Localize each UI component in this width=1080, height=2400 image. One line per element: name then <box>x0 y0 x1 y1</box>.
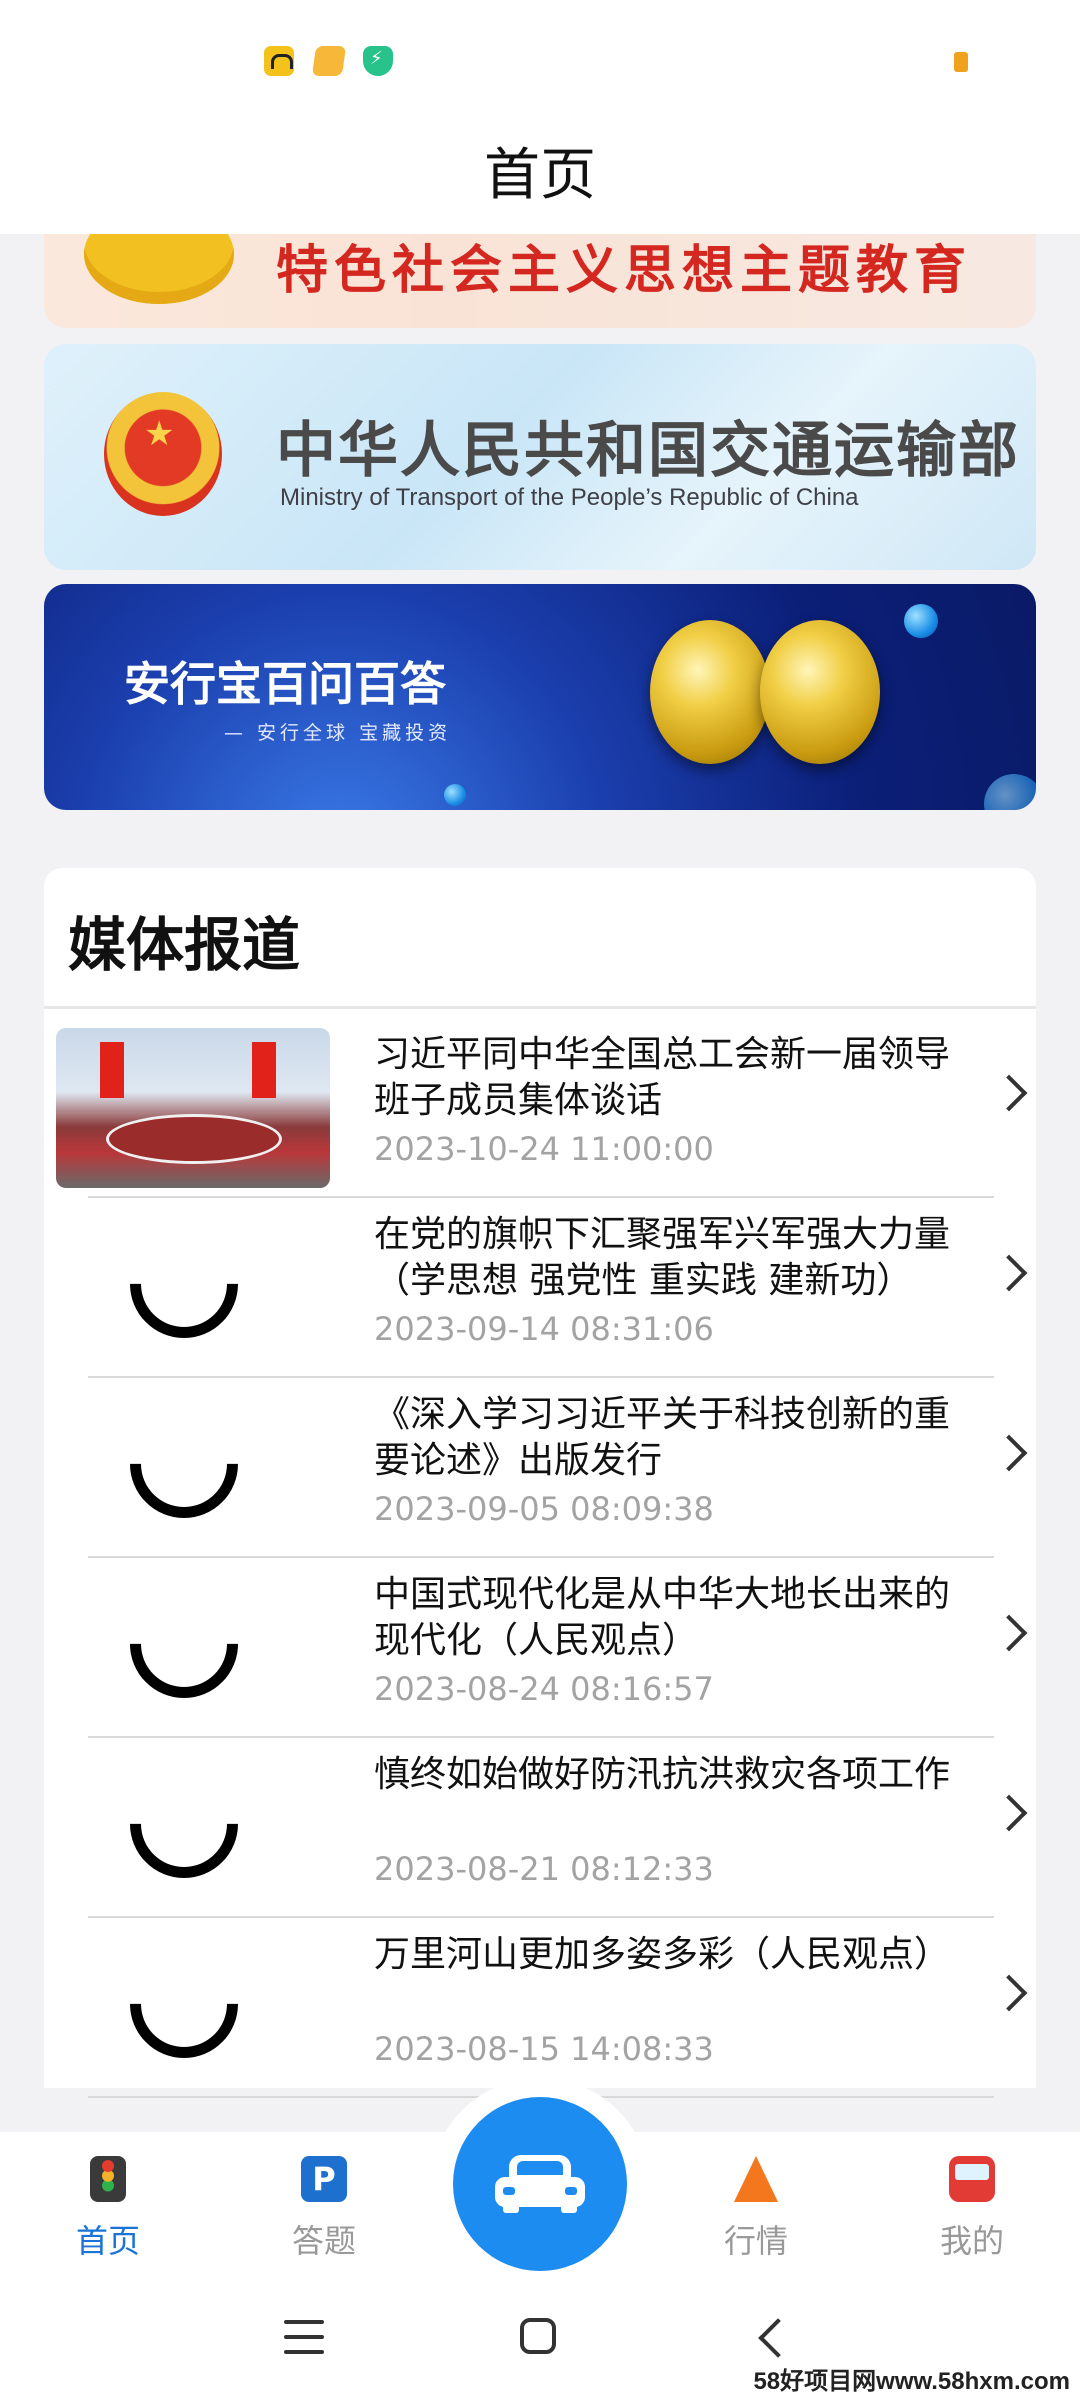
banner-theme-text: 特色社会主义思想主题教育 <box>276 241 973 301</box>
news-item[interactable]: 习近平同中华全国总工会新一届领导班子成员集体谈话 2023-10-24 11:0… <box>44 1018 1036 1198</box>
media-reports-card: 媒体报道 习近平同中华全国总工会新一届领导班子成员集体谈话 2023-10-24… <box>44 868 1036 2098</box>
news-item[interactable]: 《深入学习习近平关于科技创新的重要论述》出版发行 2023-09-05 08:0… <box>44 1378 1036 1558</box>
chevron-right-icon <box>990 1794 1028 1832</box>
news-title: 中国式现代化是从中华大地长出来的现代化（人民观点） <box>374 1574 951 1661</box>
news-date: 2023-08-21 08:12:33 <box>374 1850 714 1888</box>
decor-bubble <box>904 604 938 638</box>
system-navigation-bar: 58好项目网www.58hxm.com <box>0 2280 1080 2400</box>
loading-spinner-icon <box>107 1567 261 1721</box>
tab-market[interactable]: 行情 <box>686 2156 826 2262</box>
chevron-right-icon <box>990 1074 1028 1112</box>
message-notification-icon <box>311 46 347 76</box>
decor-bubble <box>984 774 1036 810</box>
page-title: 首页 <box>484 143 596 208</box>
news-title: 万里河山更加多姿多彩（人民观点） <box>374 1934 951 1975</box>
back-button[interactable] <box>758 2318 798 2358</box>
news-item[interactable]: 慎终如始做好防汛抗洪救灾各项工作 2023-08-21 08:12:33 <box>44 1738 1036 1918</box>
gold-coin-icon <box>760 620 880 764</box>
banner-faq[interactable]: 安行宝百问百答 — 安行全球 宝藏投资 <box>44 584 1036 810</box>
app-header: 首页 <box>0 110 1080 234</box>
ministry-name-cn: 中华人民共和国交通运输部 <box>276 416 1020 486</box>
flag-icon <box>100 1042 124 1098</box>
tab-mine-label: 我的 <box>939 2222 1004 2260</box>
ministry-name-en: Ministry of Transport of the People’s Re… <box>280 484 859 511</box>
news-date: 2023-09-14 08:31:06 <box>374 1310 714 1348</box>
party-emblem-icon <box>84 234 234 304</box>
car-icon <box>495 2155 585 2215</box>
news-item[interactable]: 中国式现代化是从中华大地长出来的现代化（人民观点） 2023-08-24 08:… <box>44 1558 1036 1738</box>
security-shield-icon <box>363 46 393 76</box>
divider <box>44 1006 1036 1009</box>
chevron-right-icon <box>990 1614 1028 1652</box>
tab-home[interactable]: 首页 <box>38 2156 178 2262</box>
loading-spinner-icon <box>107 1387 261 1541</box>
national-emblem-icon <box>104 392 222 516</box>
news-title: 习近平同中华全国总工会新一届领导班子成员集体谈话 <box>374 1034 951 1121</box>
chevron-right-icon <box>990 1974 1028 2012</box>
tab-home-label: 首页 <box>75 2222 140 2260</box>
tab-market-label: 行情 <box>723 2222 788 2260</box>
loading-spinner-icon <box>107 1747 261 1901</box>
bus-icon <box>949 2156 995 2202</box>
media-reports-title: 媒体报道 <box>68 911 301 979</box>
news-date: 2023-08-15 14:08:33 <box>374 2030 714 2068</box>
chevron-right-icon <box>990 1254 1028 1292</box>
tab-quiz[interactable]: 答题 <box>254 2156 394 2262</box>
news-title: 在党的旗帜下汇聚强军兴军强大力量（学思想 强党性 重实践 建新功） <box>374 1214 951 1301</box>
news-item[interactable]: 在党的旗帜下汇聚强军兴军强大力量（学思想 强党性 重实践 建新功） 2023-0… <box>44 1198 1036 1378</box>
decor-bubble <box>444 784 466 806</box>
status-bar <box>0 0 1080 110</box>
tab-quiz-label: 答题 <box>291 2222 356 2260</box>
news-title: 《深入学习习近平关于科技创新的重要论述》出版发行 <box>374 1394 951 1481</box>
car-app-notification-icon <box>264 46 294 76</box>
watermark: 58好项目网www.58hxm.com <box>753 2368 1070 2395</box>
banner-faq-subtitle: — 安行全球 宝藏投资 <box>224 722 452 744</box>
traffic-cone-icon <box>734 2156 778 2202</box>
loading-spinner-icon <box>107 1207 261 1361</box>
news-title: 慎终如始做好防汛抗洪救灾各项工作 <box>374 1754 951 1795</box>
tab-mine[interactable]: 我的 <box>902 2156 1042 2262</box>
flag-icon <box>252 1042 276 1098</box>
gold-coin-icon <box>650 620 770 764</box>
center-car-button[interactable] <box>453 2097 627 2271</box>
meeting-table-image <box>106 1114 282 1164</box>
loading-spinner-icon <box>107 1927 261 2081</box>
battery-icon <box>954 52 968 72</box>
chevron-right-icon <box>990 1434 1028 1472</box>
news-date: 2023-08-24 08:16:57 <box>374 1670 714 1708</box>
parking-icon <box>301 2156 347 2202</box>
news-date: 2023-09-05 08:09:38 <box>374 1490 714 1528</box>
home-button[interactable] <box>520 2318 556 2354</box>
news-item[interactable]: 万里河山更加多姿多彩（人民观点） 2023-08-15 14:08:33 <box>44 1918 1036 2098</box>
banner-ministry-of-transport[interactable]: 中华人民共和国交通运输部 Ministry of Transport of th… <box>44 344 1036 570</box>
banner-theme-education[interactable]: 特色社会主义思想主题教育 <box>44 234 1036 328</box>
traffic-light-icon <box>90 2156 126 2202</box>
news-thumbnail <box>56 1028 330 1188</box>
news-date: 2023-10-24 11:00:00 <box>374 1130 714 1168</box>
banner-faq-title: 安行宝百问百答 <box>124 657 446 711</box>
recent-apps-button[interactable] <box>284 2320 324 2354</box>
